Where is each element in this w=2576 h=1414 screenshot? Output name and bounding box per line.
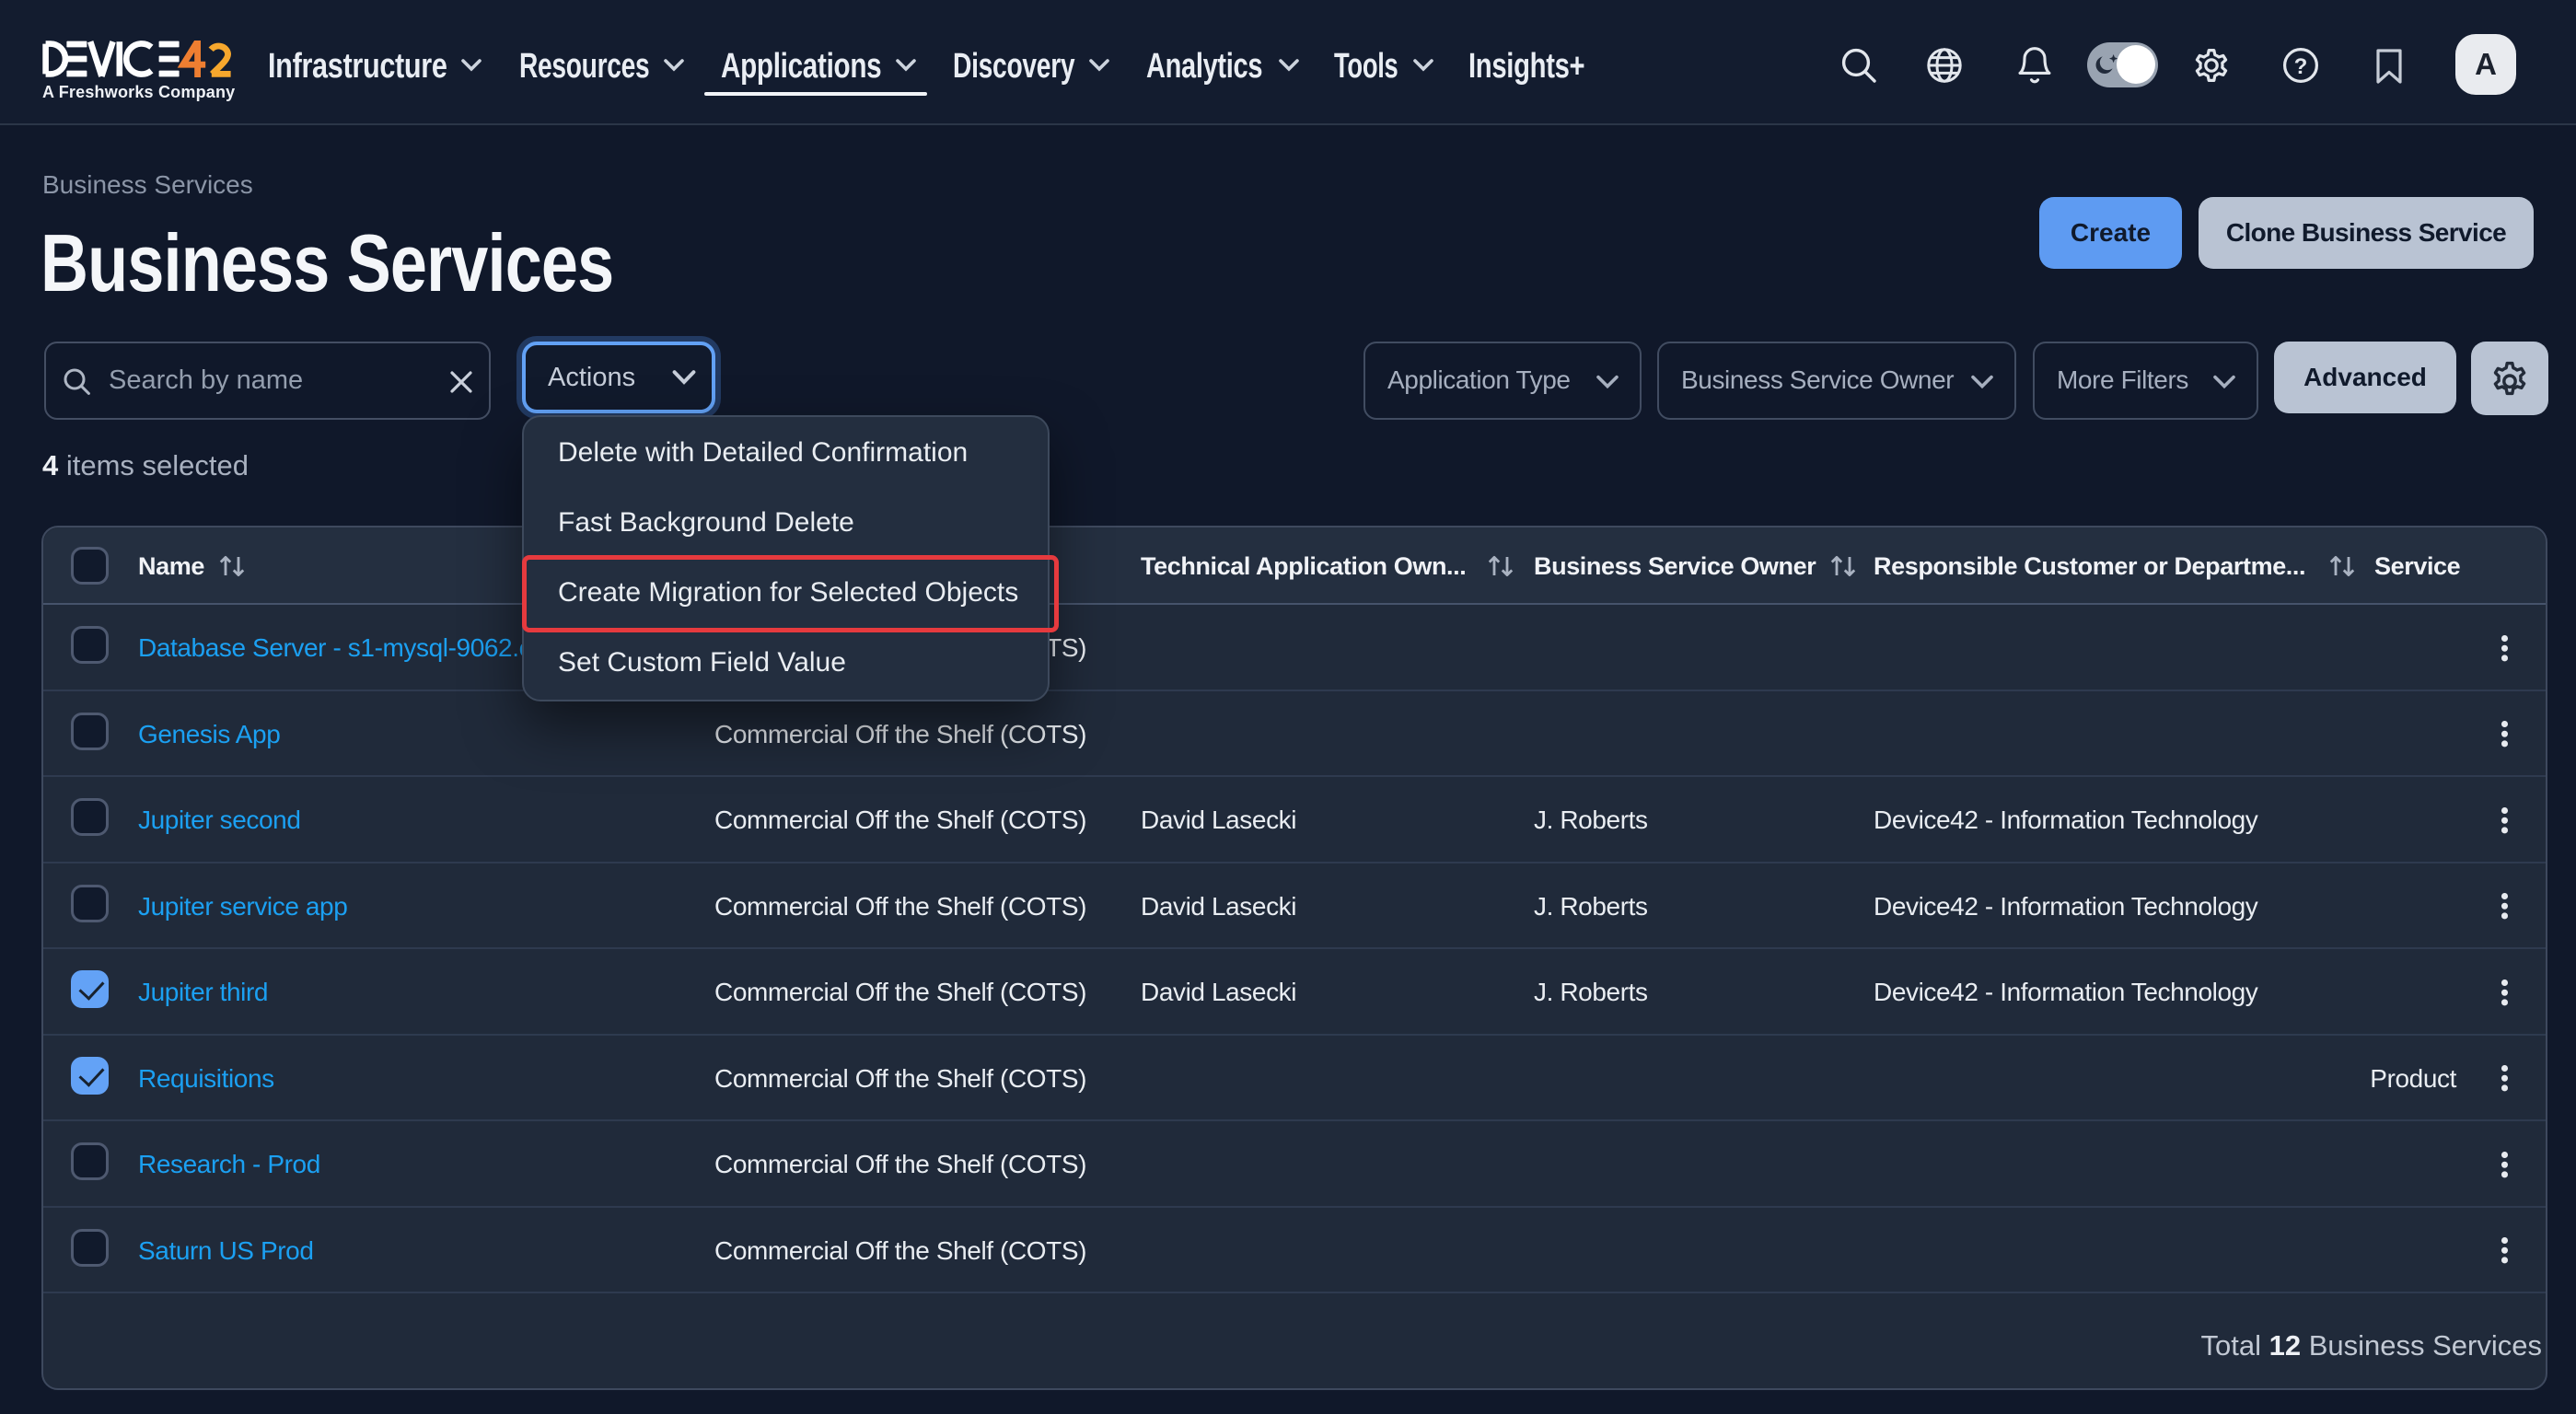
svg-text:?: ? — [2294, 54, 2308, 79]
